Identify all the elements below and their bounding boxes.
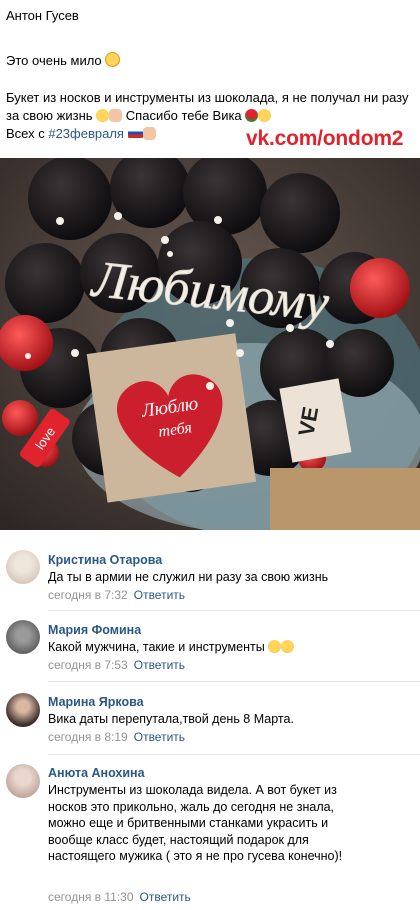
post-text-line1-label: Это очень мило: [6, 53, 102, 68]
comment-time[interactable]: сегодня в 7:32: [48, 588, 128, 602]
reply-button[interactable]: Ответить: [134, 588, 185, 602]
comment-meta: сегодня в 8:19 Ответить: [48, 730, 185, 744]
comment-time[interactable]: сегодня в 11:30: [48, 890, 134, 904]
post-photo[interactable]: Люблю тебя love VE Любимому: [0, 158, 420, 530]
comment-text: Да ты в армии не служил ни разу за свою …: [48, 570, 329, 584]
post-text-line2b: Спасибо тебе Вика: [125, 108, 242, 123]
avatar[interactable]: [6, 693, 40, 727]
divider: [48, 610, 420, 611]
avatar[interactable]: [6, 764, 40, 798]
comment-author[interactable]: Марина Яркова: [48, 695, 144, 709]
comment-meta: сегодня в 11:30 Ответить: [48, 890, 191, 904]
laughing-face-emoji-icon: [96, 109, 110, 122]
comment-text: Вика даты перепутала,твой день 8 Марта.: [48, 712, 294, 726]
comment-text: Какой мужчина, такие и инструменты: [48, 640, 265, 654]
comment-author[interactable]: Кристина Отарова: [48, 553, 162, 567]
comment-text-row: Какой мужчина, такие и инструменты: [48, 639, 414, 656]
comment-meta: сегодня в 7:32 Ответить: [48, 588, 185, 602]
reply-button[interactable]: Ответить: [134, 730, 185, 744]
post-author[interactable]: Антон Гусев: [6, 8, 79, 23]
comment-time[interactable]: сегодня в 7:53: [48, 658, 128, 672]
reply-button[interactable]: Ответить: [140, 890, 191, 904]
flushed-face-emoji-icon: [105, 52, 121, 67]
squinting-face-emoji-icon: [281, 640, 295, 653]
divider: [48, 754, 420, 755]
heart-eyes-emoji-icon: [258, 109, 272, 122]
rose-emoji-icon: [245, 109, 259, 122]
post-text-line1: Это очень мило: [6, 52, 121, 68]
comment-time[interactable]: сегодня в 8:19: [48, 730, 128, 744]
reply-button[interactable]: Ответить: [134, 658, 185, 672]
clapping-hands-emoji-icon: [109, 109, 123, 122]
watermark: vk.com/ondom2: [246, 127, 404, 150]
fist-emoji-icon: [142, 127, 156, 140]
avatar[interactable]: [6, 620, 40, 654]
comment-meta: сегодня в 7:53 Ответить: [48, 658, 185, 672]
hashtag-link[interactable]: #23февраля: [48, 126, 124, 141]
comment-text: Инструменты из шоколада видела. А вот бу…: [48, 783, 343, 863]
comment-author[interactable]: Мария Фомина: [48, 623, 141, 637]
comment-author[interactable]: Анюта Анохина: [48, 766, 145, 780]
avatar[interactable]: [6, 550, 40, 584]
winking-face-emoji-icon: [268, 640, 282, 653]
photo-ve-text: VE: [293, 405, 323, 438]
sock-bouquet-photo: Люблю тебя love VE Любимому: [0, 158, 420, 530]
divider: [48, 681, 420, 682]
post-text-line3-prefix: Всех с: [6, 126, 49, 141]
russia-flag-emoji-icon: [127, 128, 143, 138]
